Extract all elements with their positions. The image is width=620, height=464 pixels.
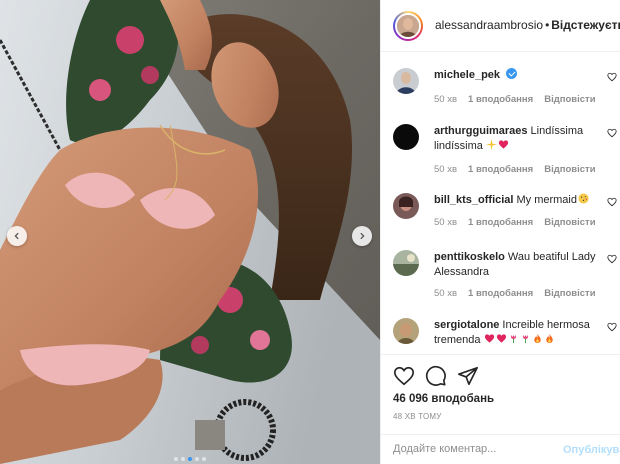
- comment-like-heart-icon[interactable]: [607, 128, 617, 138]
- comment-username[interactable]: penttikoskelo: [434, 251, 505, 263]
- comment-username[interactable]: bill_kts_official: [434, 194, 513, 206]
- comment-like-heart-icon[interactable]: [607, 197, 617, 207]
- tulip-emoji-icon: [510, 334, 517, 344]
- carousel-dot: [174, 457, 178, 461]
- previous-photo-button[interactable]: [7, 226, 27, 246]
- following-button[interactable]: Відстежується: [551, 18, 620, 32]
- comment-text-wrap: sergiotalone Increible hermosa tremenda: [434, 318, 604, 348]
- reply-button[interactable]: Відповісти: [544, 217, 595, 228]
- add-comment-form: Опублікувати: [381, 434, 620, 464]
- commenter-avatar[interactable]: [393, 124, 419, 150]
- avatar-image: [397, 15, 419, 37]
- avatar: [395, 13, 421, 39]
- comment-bubble-icon[interactable]: [425, 365, 447, 387]
- comment-text-wrap: penttikoskelo Wau beatiful Lady Alessandr…: [434, 250, 604, 280]
- carousel-dot: [181, 457, 185, 461]
- comment-username[interactable]: michele_pek: [434, 69, 500, 81]
- commenter-avatar[interactable]: [393, 193, 419, 219]
- reply-button[interactable]: Відповісти: [544, 164, 595, 175]
- post-photo[interactable]: [0, 0, 380, 464]
- comment-like-heart-icon[interactable]: [607, 72, 617, 82]
- avatar-image: [393, 250, 419, 276]
- commenter-avatar[interactable]: [393, 250, 419, 276]
- carousel-dot: [195, 457, 199, 461]
- comment-input[interactable]: [393, 443, 553, 455]
- comment-emojis: [484, 333, 556, 346]
- comment-text: My mermaid: [516, 194, 577, 206]
- likes-count[interactable]: 46 096 вподобань: [393, 393, 494, 405]
- comment-time[interactable]: 50 хв: [434, 164, 457, 175]
- kiss-face-emoji-icon: [577, 193, 589, 204]
- header-separator: •: [545, 18, 550, 32]
- avatar-image: [393, 124, 419, 150]
- comment-likes[interactable]: 1 вподобання: [468, 217, 533, 228]
- chevron-left-icon: [14, 232, 19, 240]
- comment-meta: 50 хв 1 вподобання Відповісти: [434, 217, 596, 228]
- tulip-emoji-icon: [522, 334, 529, 344]
- carousel-dot: [202, 457, 206, 461]
- post-side-panel: alessandraambrosio•Відстежується michele…: [380, 0, 620, 464]
- sparkles-emoji-icon: [486, 139, 498, 150]
- heart-emoji-icon: [496, 334, 507, 343]
- comment-username[interactable]: sergiotalone: [434, 319, 499, 331]
- avatar-image: [393, 68, 419, 94]
- comment-likes[interactable]: 1 вподобання: [468, 94, 533, 105]
- comment-time[interactable]: 50 хв: [434, 288, 457, 299]
- comment-likes[interactable]: 1 вподобання: [468, 164, 533, 175]
- verified-badge-icon: [506, 68, 518, 79]
- post-comment-button[interactable]: Опублікувати: [563, 444, 620, 456]
- comment-like-heart-icon[interactable]: [607, 254, 617, 264]
- post-actions: 46 096 вподобань 48 ХВ ТОМУ: [381, 354, 620, 434]
- carousel-dot-active: [188, 457, 192, 461]
- comment-text-wrap: michele_pek: [434, 68, 604, 83]
- fire-emoji-icon: [546, 333, 553, 344]
- next-photo-button[interactable]: [352, 226, 372, 246]
- post-photo-image: [0, 0, 380, 464]
- heart-outline-icon[interactable]: [393, 365, 415, 387]
- avatar-image: [393, 193, 419, 219]
- instagram-post: alessandraambrosio•Відстежується michele…: [0, 0, 620, 464]
- comment-likes[interactable]: 1 вподобання: [468, 288, 533, 299]
- commenter-avatar[interactable]: [393, 318, 419, 344]
- post-timestamp[interactable]: 48 ХВ ТОМУ: [393, 412, 442, 421]
- comment-like-heart-icon[interactable]: [607, 322, 617, 332]
- chevron-right-icon: [360, 232, 365, 240]
- author-username[interactable]: alessandraambrosio: [435, 18, 543, 32]
- comment-time[interactable]: 50 хв: [434, 94, 457, 105]
- comment-text-wrap: arthurgguimaraes Lindíssima lindíssima: [434, 124, 604, 154]
- reply-button[interactable]: Відповісти: [544, 288, 595, 299]
- fire-emoji-icon: [534, 333, 541, 344]
- paper-plane-icon[interactable]: [457, 365, 479, 387]
- comments-list[interactable]: michele_pek 50 хв 1 вподобання Відповіст…: [381, 52, 620, 354]
- comment-meta: 50 хв 1 вподобання Відповісти: [434, 164, 596, 175]
- reply-button[interactable]: Відповісти: [544, 94, 595, 105]
- comment-meta: 50 хв 1 вподобання Відповісти: [434, 94, 596, 105]
- comment-username[interactable]: arthurgguimaraes: [434, 125, 528, 137]
- heart-emoji-icon: [499, 140, 509, 149]
- author-avatar[interactable]: [393, 11, 423, 41]
- commenter-avatar[interactable]: [393, 68, 419, 94]
- comment-time[interactable]: 50 хв: [434, 217, 457, 228]
- post-header: alessandraambrosio•Відстежується: [381, 0, 620, 52]
- carousel-indicator: [0, 457, 380, 461]
- heart-emoji-icon: [484, 334, 495, 343]
- comment-meta: 50 хв 1 вподобання Відповісти: [434, 288, 596, 299]
- avatar-image: [393, 318, 419, 344]
- comment-text-wrap: bill_kts_official My mermaid: [434, 193, 604, 208]
- header-text: alessandraambrosio•Відстежується: [435, 18, 620, 32]
